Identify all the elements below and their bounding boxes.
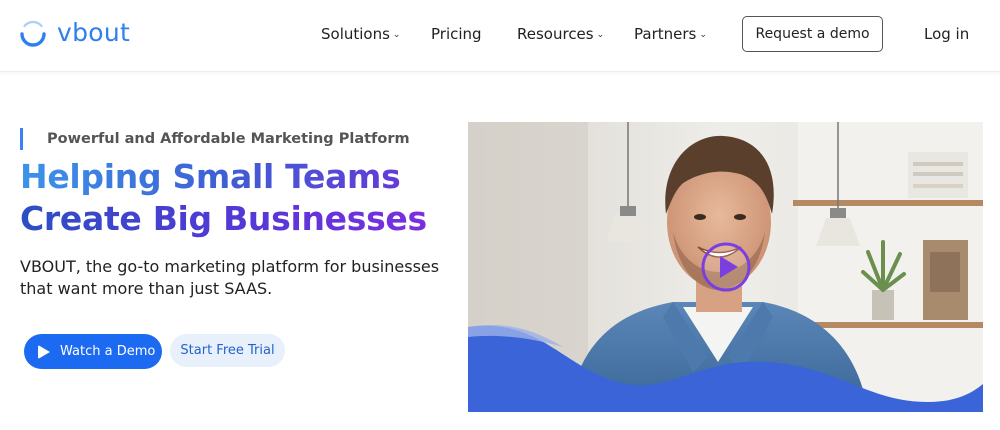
chevron-down-icon: ⌄ [596, 30, 605, 40]
nav-item-partners[interactable]: Partners ⌄ [634, 25, 707, 43]
nav-item-label: Solutions [321, 25, 390, 43]
chevron-down-icon: ⌄ [699, 30, 707, 40]
video-play-icon[interactable] [700, 241, 752, 293]
hero-eyebrow: Powerful and Affordable Marketing Platfo… [20, 128, 410, 150]
nav-item-pricing[interactable]: Pricing [431, 25, 482, 43]
brand-name: vbout [57, 17, 131, 47]
start-free-trial-button[interactable]: Start Free Trial [170, 334, 285, 367]
headline-line-1: Helping Small Teams [20, 156, 427, 198]
nav-item-label: Resources [517, 25, 594, 43]
top-navigation: vbout Solutions ⌄ Pricing Resources ⌄ Part… [0, 0, 1000, 72]
nav-item-label: Pricing [431, 25, 482, 43]
login-link[interactable]: Log in [924, 25, 969, 43]
nav-item-resources[interactable]: Resources ⌄ [517, 25, 604, 43]
nav-item-solutions[interactable]: Solutions ⌄ [321, 25, 400, 43]
watch-demo-label: Watch a Demo [60, 344, 156, 359]
hero-headline: Helping Small Teams Create Big Businesse… [20, 156, 427, 240]
watch-demo-button[interactable]: Watch a Demo [24, 334, 162, 369]
nav-item-label: Partners [634, 25, 697, 43]
brand-logo[interactable]: vbout [18, 15, 130, 49]
headline-line-2: Create Big Businesses [20, 199, 427, 238]
vbout-logo-icon [18, 17, 48, 47]
hero-video-thumbnail[interactable] [468, 122, 983, 412]
request-demo-button[interactable]: Request a demo [742, 16, 883, 52]
play-icon [38, 344, 50, 359]
hero-subtext: VBOUT, the go-to marketing platform for … [20, 257, 440, 298]
chevron-down-icon: ⌄ [392, 30, 401, 40]
